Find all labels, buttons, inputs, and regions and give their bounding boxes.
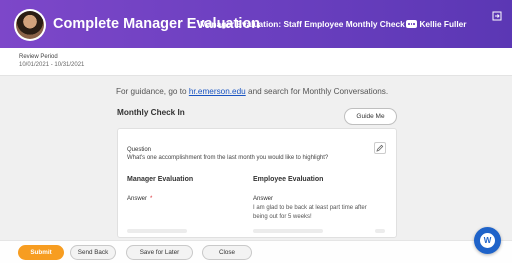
manager-answer-label: Answer * [127, 196, 152, 202]
question-label: Question [127, 147, 152, 153]
faded-next-row [127, 229, 387, 235]
hr-link[interactable]: hr.emerson.edu [189, 87, 246, 96]
pencil-icon[interactable] [374, 142, 386, 154]
question-text: What's one accomplishment from the last … [127, 155, 329, 161]
close-button[interactable]: Close [202, 245, 252, 260]
section-title: Monthly Check In [117, 108, 185, 117]
exit-icon[interactable] [492, 11, 502, 21]
review-period-label: Review Period [19, 54, 58, 60]
send-back-button[interactable]: Send Back [70, 245, 116, 260]
review-period-bar: Review Period 10/01/2021 - 10/31/2021 [0, 48, 512, 76]
employee-evaluation-heading: Employee Evaluation [253, 176, 324, 183]
guidance-suffix: and search for Monthly Conversations. [245, 87, 389, 96]
page-subtitle: Manager Evaluation: Staff Employee Month… [200, 19, 467, 29]
required-mark: * [150, 196, 153, 202]
save-for-later-button[interactable]: Save for Later [126, 245, 193, 260]
employee-answer-text: I am glad to be back at least part time … [253, 205, 367, 220]
guidance-prefix: For guidance, go to [116, 87, 189, 96]
ellipsis-icon[interactable] [406, 20, 417, 28]
help-assistant-icon[interactable]: W [474, 227, 501, 254]
page-header: Complete Manager Evaluation Manager Eval… [0, 0, 512, 48]
employee-answer-label: Answer [253, 196, 274, 202]
question-card: Question What's one accomplishment from … [117, 128, 397, 238]
avatar[interactable] [14, 9, 46, 41]
manager-evaluation-heading: Manager Evaluation [127, 176, 194, 183]
help-glyph: W [480, 233, 495, 248]
guide-me-button[interactable]: Guide Me [344, 108, 397, 125]
guidance-text: For guidance, go to hr.emerson.edu and s… [116, 87, 388, 96]
submit-button[interactable]: Submit [18, 245, 64, 260]
manager-answer-text: Answer [127, 196, 148, 202]
avatar-photo [16, 11, 44, 39]
review-period-value: 10/01/2021 - 10/31/2021 [19, 62, 85, 68]
action-footer: Submit Send Back Save for Later Close [0, 240, 512, 263]
